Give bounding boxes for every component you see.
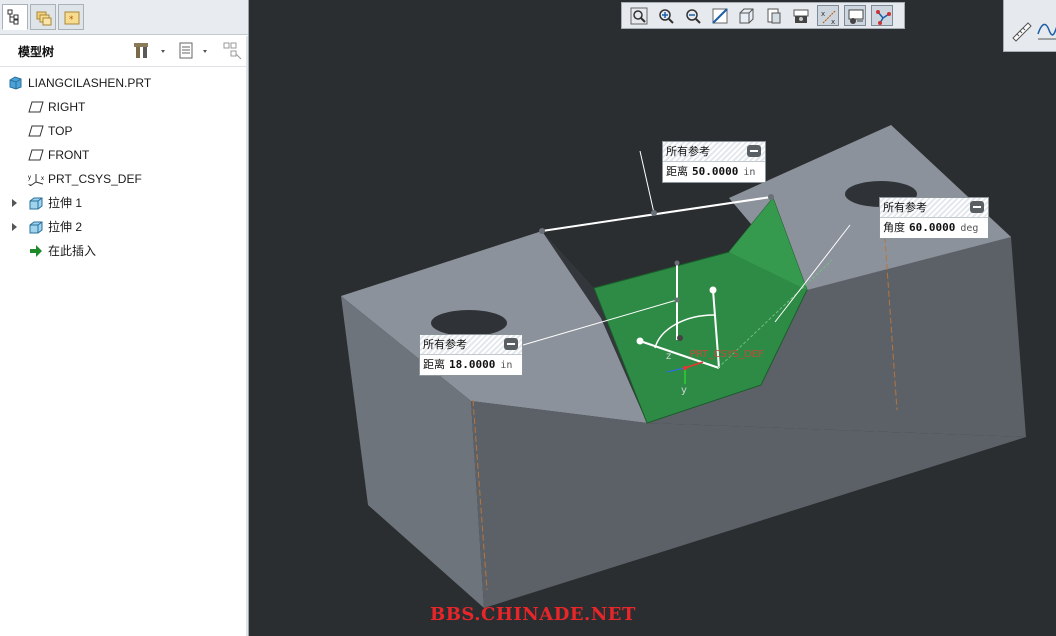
datum-plane-icon bbox=[28, 149, 44, 161]
tree-scrollbar[interactable] bbox=[246, 36, 248, 636]
display-style-button[interactable] bbox=[736, 5, 758, 26]
expand-icon[interactable] bbox=[12, 199, 17, 207]
model-tree-title: 模型树 bbox=[18, 45, 55, 59]
tab-model-tree[interactable] bbox=[2, 4, 28, 30]
extrude-icon bbox=[29, 197, 43, 210]
callout-header: 所有参考 bbox=[423, 338, 467, 351]
saved-views-button[interactable] bbox=[763, 5, 785, 26]
csys-axis-y: y bbox=[681, 385, 687, 396]
svg-text:x: x bbox=[831, 18, 835, 26]
svg-text:z: z bbox=[28, 184, 31, 186]
favorites-icon: * bbox=[64, 11, 80, 25]
csys-axis-z: z bbox=[666, 351, 672, 362]
zoom-fit-button[interactable] bbox=[628, 5, 650, 26]
annotation-display-button[interactable] bbox=[844, 5, 866, 26]
collapse-icon[interactable] bbox=[747, 145, 761, 157]
view-toolbar: xx bbox=[621, 2, 905, 29]
datum-display-button[interactable]: xx bbox=[817, 5, 839, 26]
tools-toolbar bbox=[1003, 0, 1056, 52]
callout-header: 所有参考 bbox=[883, 201, 927, 214]
folder-icon bbox=[36, 11, 52, 26]
settings-tools-icon[interactable] bbox=[134, 40, 170, 62]
dimension-unit: in bbox=[500, 360, 513, 371]
measure-icon[interactable] bbox=[1010, 20, 1032, 42]
repaint-icon bbox=[712, 8, 728, 24]
zoom-out-icon bbox=[686, 9, 701, 24]
datum-plane-icon bbox=[28, 101, 44, 113]
tab-folder-browser[interactable] bbox=[30, 4, 56, 30]
dimension-callout-distance-18[interactable]: 所有参考 距离 18.0000 in bbox=[419, 334, 523, 376]
callout-header: 所有参考 bbox=[666, 145, 710, 158]
model-tree-header: 模型树 bbox=[0, 36, 248, 67]
expand-icon[interactable] bbox=[12, 223, 17, 231]
show-list-icon[interactable] bbox=[178, 40, 214, 62]
hole-left bbox=[431, 310, 507, 336]
annotation-icon bbox=[848, 9, 864, 24]
datum-axis-icon: xx bbox=[821, 10, 836, 26]
zoom-fit-icon bbox=[630, 7, 648, 25]
tree-icon bbox=[7, 9, 19, 25]
csys-display-button[interactable] bbox=[871, 5, 893, 26]
dimension-label: 距离 bbox=[666, 165, 688, 178]
view-manager-button[interactable] bbox=[790, 5, 812, 26]
dimension-value-field[interactable]: 60.0000 bbox=[909, 221, 955, 234]
csys-label: PRT_CSYS_DEF bbox=[690, 349, 764, 360]
dimension-value-field[interactable]: 18.0000 bbox=[449, 358, 495, 371]
navigator-tabs: * bbox=[0, 0, 248, 35]
zoom-in-icon bbox=[659, 9, 674, 24]
dimension-label: 角度 bbox=[883, 221, 905, 234]
zoom-in-button[interactable] bbox=[655, 5, 677, 26]
csys-icon: y x z bbox=[28, 174, 44, 186]
dimension-unit: deg bbox=[960, 223, 979, 234]
display-style-icon bbox=[739, 8, 754, 24]
watermark: BBS.CHINADE.NET bbox=[430, 604, 636, 625]
saved-views-icon bbox=[767, 8, 781, 24]
collapse-icon[interactable] bbox=[970, 201, 984, 213]
collapse-icon[interactable] bbox=[504, 338, 518, 350]
extrude-icon bbox=[29, 221, 43, 234]
dimension-label: 距离 bbox=[423, 358, 445, 371]
dimension-callout-distance-50[interactable]: 所有参考 距离 50.0000 in bbox=[662, 141, 766, 183]
repaint-button[interactable] bbox=[709, 5, 731, 26]
part-model-3d[interactable] bbox=[255, 0, 1056, 636]
svg-text:x: x bbox=[821, 10, 825, 18]
dimension-value-field[interactable]: 50.0000 bbox=[692, 165, 738, 178]
datum-plane-icon bbox=[28, 125, 44, 137]
dimension-callout-angle-60[interactable]: 所有参考 角度 60.0000 deg bbox=[879, 197, 989, 239]
insert-arrow-icon bbox=[30, 245, 42, 257]
camera-icon bbox=[793, 9, 809, 23]
part-icon bbox=[9, 76, 22, 90]
svg-text:*: * bbox=[69, 15, 74, 25]
zoom-out-button[interactable] bbox=[682, 5, 704, 26]
filter-icon[interactable] bbox=[222, 40, 244, 62]
dimension-unit: in bbox=[743, 167, 756, 178]
svg-text:x: x bbox=[41, 176, 44, 182]
tab-favorites[interactable]: * bbox=[58, 4, 84, 30]
csys-display-icon bbox=[876, 10, 891, 25]
curve-analysis-icon[interactable] bbox=[1036, 20, 1056, 42]
svg-text:y: y bbox=[28, 175, 31, 181]
model-tree-panel: * 模型树 LIANGCILASHEN.PRT RIGHT TOP FRONT … bbox=[0, 0, 249, 636]
